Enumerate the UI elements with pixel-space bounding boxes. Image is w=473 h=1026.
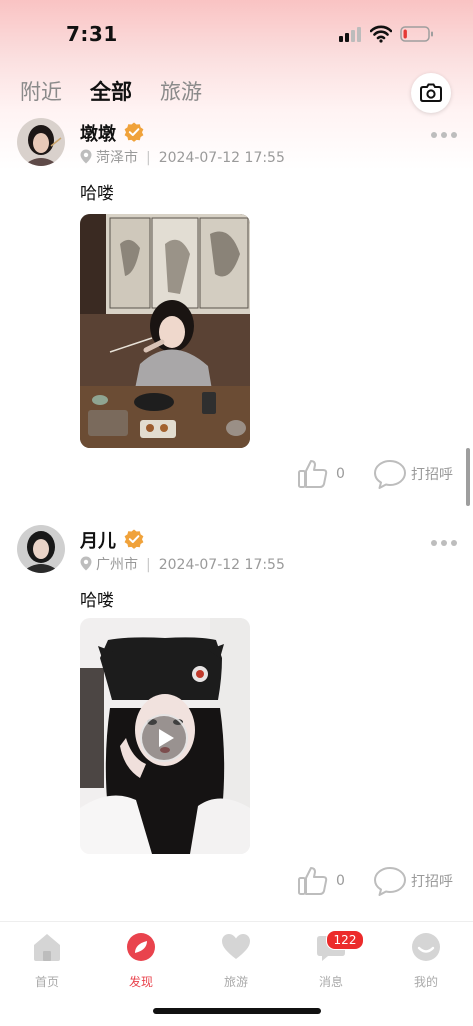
meta-divider: | [146,557,151,573]
chat-bubble-icon [374,460,406,489]
bottom-navigation: 首页 发现 旅游 消息 122 我的 [0,921,473,1026]
home-icon [34,934,60,961]
nav-travel[interactable]: 旅游 [206,932,266,992]
scrollbar[interactable] [466,448,470,506]
status-bar: 7:31 [0,0,473,70]
location-pin-icon [80,149,92,164]
tab-nearby[interactable]: 附近 [20,76,62,106]
status-time: 7:31 [66,22,118,46]
profile-icon [412,933,440,961]
post-timestamp: 2024-07-12 17:55 [158,557,285,573]
wifi-icon [370,25,392,43]
more-options-icon[interactable] [430,130,458,140]
avatar[interactable] [17,118,65,166]
location-pin-icon [80,556,92,571]
like-icon[interactable] [296,457,330,491]
play-button[interactable] [140,714,188,762]
post-text: 哈喽 [80,184,114,204]
nav-label: 我的 [413,975,438,989]
nav-label: 消息 [318,975,343,989]
discover-icon [127,933,155,961]
username[interactable]: 墩墩 [80,120,116,146]
chat-bubble-icon [374,867,406,896]
home-indicator [153,1008,321,1014]
avatar[interactable] [17,525,65,573]
nav-label: 发现 [128,975,153,989]
like-count: 0 [336,873,345,889]
unread-badge: 122 [326,930,364,950]
greet-label: 打招呼 [411,874,453,890]
post-video[interactable] [80,618,250,854]
greet-button[interactable]: 打招呼 [373,865,463,897]
username[interactable]: 月儿 [80,527,116,553]
meta-divider: | [146,150,151,166]
heart-icon [222,934,250,959]
nav-home[interactable]: 首页 [17,932,77,992]
post-meta: 广州市 | 2024-07-12 17:55 [80,554,285,574]
post-photo[interactable] [80,214,250,448]
verified-badge-icon [124,122,144,142]
nav-label: 首页 [34,975,59,989]
more-options-icon[interactable] [430,538,458,548]
greet-label: 打招呼 [411,467,453,483]
post-text: 哈喽 [80,591,114,611]
post-meta: 菏泽市 | 2024-07-12 17:55 [80,147,285,167]
like-icon[interactable] [296,864,330,898]
play-icon [159,729,174,747]
post-timestamp: 2024-07-12 17:55 [158,150,285,166]
cellular-signal-icon [339,26,363,42]
nav-discover[interactable]: 发现 [111,932,171,992]
tab-all[interactable]: 全部 [90,76,132,106]
post-location: 广州市 [96,557,138,573]
tab-travel[interactable]: 旅游 [160,76,202,106]
greet-button[interactable]: 打招呼 [373,458,463,490]
nav-label: 旅游 [223,975,248,989]
like-count: 0 [336,466,345,482]
camera-button[interactable] [411,73,451,113]
battery-icon [400,26,433,42]
post-location: 菏泽市 [96,150,138,166]
verified-badge-icon [124,529,144,549]
nav-profile[interactable]: 我的 [396,932,456,992]
camera-icon [420,83,442,102]
